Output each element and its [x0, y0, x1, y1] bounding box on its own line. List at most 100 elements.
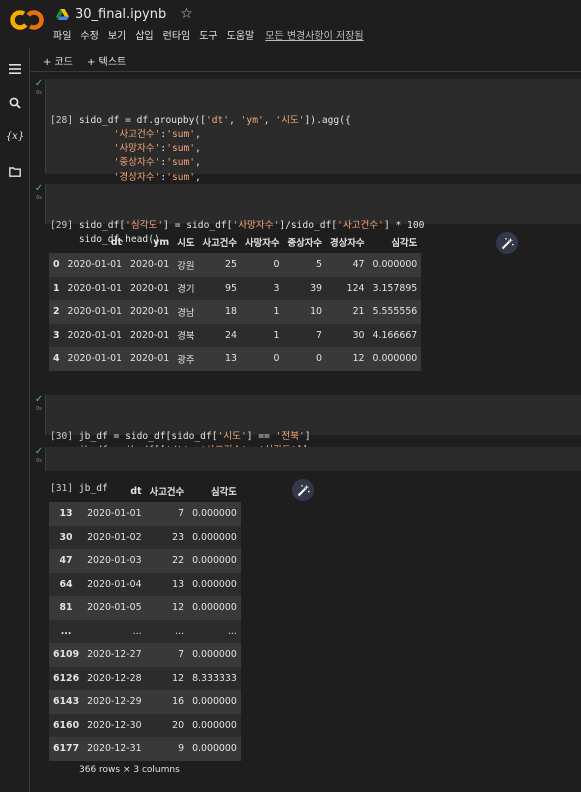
code-text: , [263, 114, 276, 126]
table-cell: 2020-01-01 [67, 282, 123, 294]
code-text: ]/sido_df[ [279, 219, 338, 231]
check-icon: ✓ [34, 78, 44, 89]
star-icon[interactable]: ☆ [180, 6, 193, 22]
column-header: 경상자수 [330, 238, 365, 249]
saved-status-link[interactable]: 모든 변경사항이 저장됨 [265, 27, 368, 42]
dataframe-shape-note: 366 rows × 3 columns [79, 765, 180, 775]
table-cell: 0.000000 [192, 649, 237, 661]
code-editor[interactable]: [29] sido_df['심각도'] = sido_df['사망자수']/si… [45, 184, 581, 245]
add-text-cell-button[interactable]: + 텍스트 [87, 53, 126, 68]
code-cell-28[interactable]: ✓ 0s [28] sido_df = df.groupby(['dt', 'y… [30, 78, 581, 197]
execution-time: 0s [36, 90, 42, 96]
table-cell: 2020-12-31 [87, 743, 142, 755]
menu-item-runtime[interactable]: 런타임 [163, 27, 196, 42]
cell-status[interactable]: ✓ 0s [32, 395, 46, 413]
table-cell: 1 [273, 329, 280, 341]
table-cell: 0.000000 [192, 719, 237, 731]
menu-item-file[interactable]: 파일 [53, 27, 76, 42]
table-cell: 2020-01-04 [87, 578, 142, 590]
magic-wand-icon[interactable] [292, 479, 314, 501]
table-row: 6109 2020-12-27 7 0.000000 [49, 643, 241, 667]
cell-status[interactable]: ✓ 0s [32, 446, 46, 465]
row-index: 4 [53, 353, 60, 365]
code-editor[interactable]: [28] sido_df = df.groupby(['dt', 'ym', '… [45, 79, 581, 197]
check-icon: ✓ [34, 446, 44, 457]
row-index: ... [60, 625, 72, 637]
magic-wand-icon[interactable] [496, 232, 518, 254]
table-header-row: dt ym 시도 사고건수 사망자수 중상자수 경상자수 심각도 [49, 231, 421, 253]
execution-count [50, 129, 79, 140]
table-cell: 2020-01-01 [67, 259, 123, 271]
column-header: dt [110, 236, 123, 248]
table-cell: 18 [225, 306, 237, 318]
code-editor[interactable]: [31] jb_df [45, 447, 581, 494]
code-cell-31[interactable]: ✓ 0s [31] jb_df [30, 446, 581, 494]
table-cell: 0 [316, 353, 322, 365]
table-row: 0 2020-01-01 2020-01 강원 25 0 5 47 0.000000 [49, 253, 422, 277]
code-cell-30[interactable]: ✓ 0s [30] jb_df = sido_df[sido_df['시도'] … [30, 395, 581, 456]
column-header: 심각도 [391, 238, 418, 249]
row-index: 6126 [53, 672, 80, 684]
code-editor[interactable]: [30] jb_df = sido_df[sido_df['시도'] == '전… [45, 395, 581, 456]
colab-logo-icon[interactable] [10, 9, 44, 31]
table-cell: 7 [316, 329, 322, 341]
table-cell: 2020-01-03 [87, 555, 142, 567]
table-cell: 95 [225, 282, 237, 294]
table-row: 81 2020-01-05 12 0.000000 [49, 596, 241, 620]
cell-status[interactable]: ✓ 0s [32, 184, 46, 202]
row-index: 1 [53, 282, 60, 294]
code-string: '사고건수' [337, 219, 384, 231]
table-row: 4 2020-01-01 2020-01 광주 13 0 0 12 0.000000 [49, 347, 422, 371]
menu-item-tools[interactable]: 도구 [199, 27, 222, 42]
add-code-cell-button[interactable]: + 코드 [43, 53, 73, 68]
code-string: '시도' [217, 430, 247, 442]
variables-icon[interactable]: {x} [6, 128, 24, 144]
table-cell: 8.333333 [192, 672, 237, 684]
code-string: 'sum' [166, 157, 196, 169]
menu-item-help[interactable]: 도움말 [227, 27, 260, 42]
search-icon[interactable] [7, 95, 23, 111]
table-cell: 2020-01-01 [87, 508, 142, 520]
table-cell: 1 [273, 306, 280, 318]
code-string: 'dt' [205, 114, 230, 126]
menu-item-insert[interactable]: 삽입 [135, 27, 158, 42]
table-cell: 경기 [177, 284, 195, 296]
table-cell: 3 [273, 282, 280, 294]
code-string: '사망자수' [232, 219, 280, 231]
code-string: '사망자수' [113, 143, 161, 155]
menu-item-edit[interactable]: 수정 [80, 27, 103, 42]
table-cell: 2020-12-28 [87, 672, 142, 684]
table-row: 3 2020-01-01 2020-01 경북 24 1 7 30 4.166667 [49, 323, 422, 347]
table-cell: 30 [352, 329, 365, 341]
table-cell: 10 [310, 306, 322, 318]
row-index: 6109 [53, 649, 80, 661]
table-cell: 2020-01-01 [67, 353, 123, 365]
table-cell: 5 [316, 259, 322, 271]
dataframe-table: dt ym 시도 사고건수 사망자수 중상자수 경상자수 심각도 0 2020-01-01 202… [49, 231, 422, 371]
table-row: 64 2020-01-04 13 0.000000 [49, 572, 241, 596]
table-row: 2 2020-01-01 2020-01 경남 18 1 10 21 5.555556 [49, 300, 422, 324]
row-index: 81 [59, 602, 73, 614]
execution-count: [30] [50, 430, 79, 442]
code-string: '전북' [275, 430, 305, 442]
cell-status[interactable]: ✓ 0s [32, 78, 46, 97]
left-sidebar: {x} [0, 48, 30, 792]
table-header-row: dt 사고건수 심각도 [49, 480, 241, 502]
table-row: 6160 2020-12-30 20 0.000000 [49, 713, 241, 737]
notebook-title: 30_final.ipynb ☆ [56, 5, 193, 23]
table-cell: ... [175, 625, 185, 637]
menu-icon[interactable] [7, 61, 23, 77]
notebook-filename[interactable]: 30_final.ipynb [75, 7, 166, 22]
menu-item-view[interactable]: 보기 [108, 27, 131, 42]
table-cell: 16 [172, 696, 185, 708]
index-header [49, 231, 64, 253]
code-string: 'sum' [166, 171, 196, 183]
table-row: 47 2020-01-03 22 0.000000 [49, 549, 241, 573]
table-cell: 22 [172, 555, 185, 567]
column-header: 중상자수 [287, 238, 322, 249]
code-cell-29[interactable]: ✓ 0s [29] sido_df['심각도'] = sido_df['사망자수… [30, 184, 581, 245]
code-text: , [195, 143, 201, 155]
folder-icon[interactable] [7, 164, 23, 180]
row-index: 6177 [53, 743, 80, 755]
